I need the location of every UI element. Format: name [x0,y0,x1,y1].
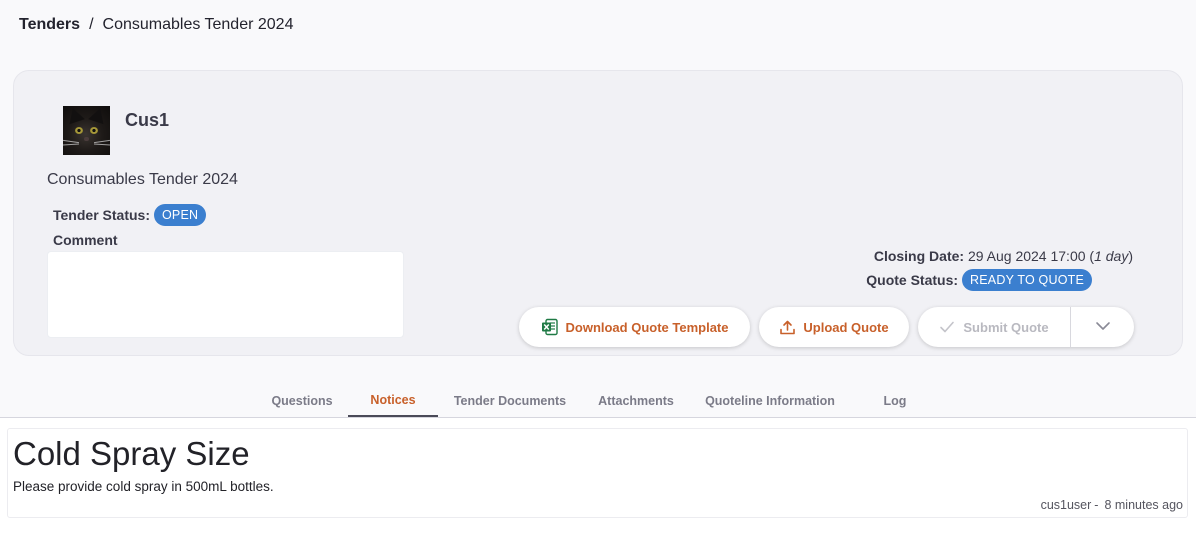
comment-label: Comment [53,232,118,248]
tab-quoteline-information[interactable]: Quoteline Information [692,384,848,417]
comment-box [47,251,404,338]
submit-quote-label: Submit Quote [963,319,1049,335]
notice-meta-separator: - [1094,498,1099,512]
closing-date-label: Closing Date: [873,248,965,264]
tab-log[interactable]: Log [862,384,928,417]
download-quote-template-label: Download Quote Template [565,319,729,335]
breadcrumb-root-link[interactable]: Tenders [19,16,80,34]
closing-date-relative: 1 day [1094,248,1129,264]
username: Cus1 [125,110,170,130]
upload-icon [779,319,796,336]
breadcrumb-separator: / [89,16,94,33]
tender-status-label: Tender Status: [53,207,150,223]
avatar [63,106,110,155]
tab-tender-documents[interactable]: Tender Documents [440,384,580,417]
notice-title: Cold Spray Size [13,435,250,472]
download-quote-template-button[interactable]: Download Quote Template [519,307,750,347]
notice-meta: cus1user -8 minutes ago [1041,498,1183,512]
notice-time: 8 minutes ago [1104,498,1183,512]
tender-tabs: Questions Notices Tender Documents Attac… [0,384,1196,418]
chevron-down-icon [1095,318,1111,336]
quote-status-badge: READY TO QUOTE [962,269,1092,291]
check-icon [939,320,955,334]
closing-date: Closing Date: 29 Aug 2024 17:00 (1 day) [874,248,1133,264]
tender-summary-card: Cus1 Consumables Tender 2024 Tender Stat… [13,70,1183,356]
tab-questions[interactable]: Questions [258,384,346,417]
submit-quote-button[interactable]: Submit Quote [918,307,1070,347]
upload-quote-button[interactable]: Upload Quote [759,307,909,347]
tender-status-badge: OPEN [153,204,207,226]
notice-body: Please provide cold spray in 500mL bottl… [13,479,274,494]
upload-quote-label: Upload Quote [803,319,889,335]
tender-name: Consumables Tender 2024 [47,171,238,188]
notice-author: cus1user [1040,498,1092,512]
excel-file-icon [541,318,559,336]
tab-attachments[interactable]: Attachments [584,384,688,417]
submit-options-dropdown-button[interactable] [1071,307,1134,347]
notice-item: Cold Spray Size Please provide cold spra… [7,428,1188,518]
breadcrumb-current: Consumables Tender 2024 [102,16,294,33]
breadcrumb: Tenders / Consumables Tender 2024 [19,16,293,34]
tab-notices[interactable]: Notices [348,384,438,417]
quote-status-label: Quote Status: [866,272,959,288]
closing-date-value: 29 Aug 2024 17:00 [967,248,1086,264]
submit-quote-split-button: Submit Quote [918,307,1134,347]
closing-date-paren-close: ) [1128,248,1133,264]
tender-status-row: Tender Status: OPEN [53,204,207,226]
quote-status-row: Quote Status: READY TO QUOTE [866,269,1092,291]
